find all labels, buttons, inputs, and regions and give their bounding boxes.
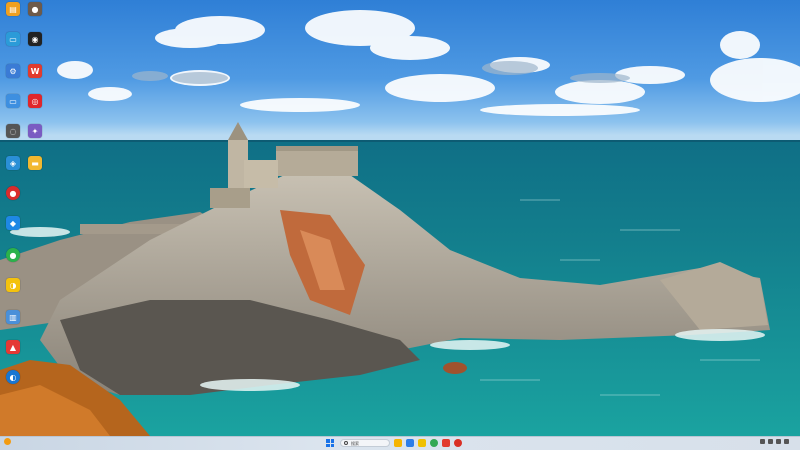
app-icon: ● bbox=[6, 186, 20, 200]
search-placeholder: 搜索 bbox=[351, 440, 359, 446]
desktop-icon-10[interactable]: ✦ bbox=[24, 124, 46, 150]
app-icon: ◎ bbox=[28, 94, 42, 108]
taskbar-app-2[interactable] bbox=[406, 439, 414, 447]
taskbar: 搜索 bbox=[0, 436, 800, 450]
desktop-icon-11[interactable]: ◈ bbox=[2, 156, 24, 182]
battery-icon[interactable] bbox=[784, 439, 789, 444]
desktop-icon-8[interactable]: ◎ bbox=[24, 94, 46, 120]
app-icon: ▲ bbox=[6, 340, 20, 354]
desktop-icon-15[interactable]: ● bbox=[2, 248, 24, 274]
folder-icon: ▬ bbox=[28, 156, 42, 170]
desktop-icon-16[interactable]: ◑ bbox=[2, 278, 24, 304]
desktop-icon-3[interactable]: ▭ bbox=[2, 32, 24, 58]
taskbar-app-5[interactable] bbox=[442, 439, 450, 447]
taskbar-app-6[interactable] bbox=[454, 439, 462, 447]
app-icon: ✦ bbox=[28, 124, 42, 138]
app-icon: ◑ bbox=[6, 278, 20, 292]
app-icon: ◈ bbox=[6, 156, 20, 170]
taskbar-app-3[interactable] bbox=[418, 439, 426, 447]
desktop-icon-14[interactable]: ◆ bbox=[2, 216, 24, 242]
desktop-icon-19[interactable]: ◐ bbox=[2, 370, 24, 396]
desktop-icon-4[interactable]: ◉ bbox=[24, 32, 46, 58]
app-icon: ▭ bbox=[6, 32, 20, 46]
desktop-wallpaper bbox=[0, 0, 800, 436]
start-button[interactable] bbox=[326, 439, 334, 447]
taskbar-search-box[interactable]: 搜索 bbox=[340, 439, 390, 447]
app-icon: ⚙ bbox=[6, 64, 20, 78]
app-icon: ◐ bbox=[6, 370, 20, 384]
volume-icon[interactable] bbox=[776, 439, 781, 444]
app-icon: ▤ bbox=[6, 2, 20, 16]
desktop-icon-area: ▤ ● ▭ ◉ ⚙ W ▭ ◎ ◌ ✦ ◈ ▬ ● ◆ ● ◑ ▥ ▲ ◐ bbox=[0, 0, 52, 436]
app-icon: ● bbox=[6, 248, 20, 262]
network-icon[interactable] bbox=[768, 439, 773, 444]
app-icon: ▥ bbox=[6, 310, 20, 324]
app-icon: ◌ bbox=[6, 124, 20, 138]
app-icon: ◉ bbox=[28, 32, 42, 46]
wallpaper-image bbox=[0, 10, 800, 436]
desktop-icon-2[interactable]: ● bbox=[24, 2, 46, 28]
app-icon: ● bbox=[28, 2, 42, 16]
desktop-icon-1[interactable]: ▤ bbox=[2, 2, 24, 28]
desktop-icon-9[interactable]: ◌ bbox=[2, 124, 24, 150]
desktop-icon-18[interactable]: ▲ bbox=[2, 340, 24, 366]
taskbar-app-1[interactable] bbox=[394, 439, 402, 447]
weather-icon bbox=[4, 438, 11, 445]
desktop-icon-12[interactable]: ▬ bbox=[24, 156, 46, 182]
weather-widget[interactable] bbox=[4, 438, 13, 445]
system-tray bbox=[757, 439, 794, 444]
app-icon: ◆ bbox=[6, 216, 20, 230]
desktop-icon-17[interactable]: ▥ bbox=[2, 310, 24, 336]
desktop-icon-5[interactable]: ⚙ bbox=[2, 64, 24, 90]
search-icon bbox=[344, 441, 348, 445]
desktop-icon-7[interactable]: ▭ bbox=[2, 94, 24, 120]
app-icon: W bbox=[28, 64, 42, 78]
taskbar-app-4[interactable] bbox=[430, 439, 438, 447]
taskbar-center: 搜索 bbox=[326, 439, 466, 447]
desktop-icon-13[interactable]: ● bbox=[2, 186, 24, 212]
app-icon: ▭ bbox=[6, 94, 20, 108]
desktop-icon-6[interactable]: W bbox=[24, 64, 46, 90]
chevron-up-icon[interactable] bbox=[760, 439, 765, 444]
